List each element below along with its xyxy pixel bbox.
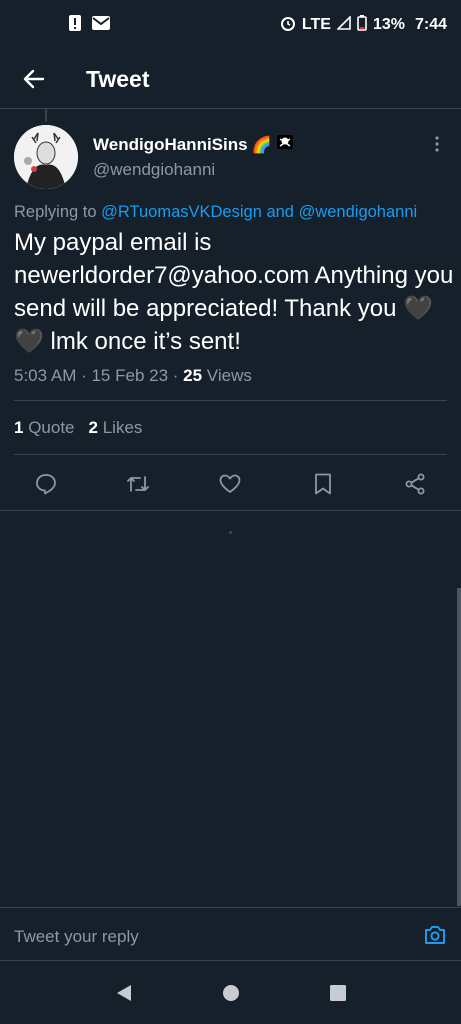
reply-bar[interactable]: Tweet your reply xyxy=(0,908,461,966)
divider xyxy=(14,454,447,455)
triangle-back-icon xyxy=(116,984,131,1001)
more-vertical-icon xyxy=(435,136,439,152)
back-button[interactable] xyxy=(14,59,54,99)
share-icon xyxy=(405,473,425,495)
divider xyxy=(14,400,447,401)
nav-back-button[interactable] xyxy=(115,983,133,1008)
circle-home-icon xyxy=(222,984,239,1001)
tweet-text: My paypal email is newerldorder7@yahoo.c… xyxy=(14,226,454,358)
quote-label: Quote xyxy=(23,418,75,437)
like-icon xyxy=(220,474,241,493)
tweet-meta: 5:03 AM · 15 Feb 23 · 25 Views xyxy=(14,366,252,386)
mention-link[interactable]: @wendigohanni xyxy=(299,203,418,221)
tweet-stats: 1 Quote 2 Likes xyxy=(14,418,142,438)
reply-icon xyxy=(36,474,56,495)
mail-icon xyxy=(92,15,110,35)
network-label: LTE xyxy=(301,16,331,33)
page-title: Tweet xyxy=(86,65,150,92)
mention-link[interactable]: @RTuomasVKDesign xyxy=(101,203,262,221)
divider xyxy=(0,960,461,961)
alert-icon xyxy=(68,14,82,37)
avatar[interactable] xyxy=(14,125,78,189)
alarm-icon xyxy=(280,15,296,36)
views-count: 25 xyxy=(183,366,203,385)
tweet-timestamp[interactable]: 5:03 AM · 15 Feb 23 · xyxy=(14,366,183,385)
system-nav-bar xyxy=(0,966,461,1024)
share-button[interactable] xyxy=(395,464,435,504)
replying-to: Replying to @RTuomasVKDesign and @wendig… xyxy=(14,203,417,222)
tweet-text-main: My paypal email is newerldorder7@yahoo.c… xyxy=(14,229,454,322)
bookmark-button[interactable] xyxy=(303,464,343,504)
arrow-left-icon xyxy=(23,69,45,89)
tweet-text-end: lmk once it’s sent! xyxy=(43,328,241,355)
author-name-row[interactable]: WendigoHanniSins 🌈 xyxy=(93,133,294,156)
nav-home-button[interactable] xyxy=(222,984,240,1007)
square-recents-icon xyxy=(329,984,346,1001)
replying-prefix: Replying to xyxy=(14,203,102,221)
display-name[interactable]: WendigoHanniSins xyxy=(93,135,248,155)
reply-input[interactable]: Tweet your reply xyxy=(14,927,139,947)
camera-button[interactable] xyxy=(423,924,447,951)
like-button[interactable] xyxy=(210,464,250,504)
scrollbar[interactable] xyxy=(457,588,461,906)
status-bar: LTE 13% 7:44 xyxy=(0,0,461,50)
reply-button[interactable] xyxy=(26,464,66,504)
top-bar: Tweet xyxy=(0,50,461,109)
tweet-actions xyxy=(0,464,461,504)
views-label: Views xyxy=(202,366,252,385)
bookmark-icon xyxy=(314,473,331,495)
mention-joiner: and xyxy=(261,203,299,221)
divider xyxy=(0,510,461,511)
likes-link[interactable]: 2 Likes xyxy=(89,418,143,438)
likes-count: 2 xyxy=(88,418,98,437)
battery-icon xyxy=(357,14,367,36)
handle[interactable]: @wendgiohanni xyxy=(93,160,215,180)
rainbow-emoji: 🌈 xyxy=(251,136,272,154)
thread-line xyxy=(45,108,47,122)
skull-crossbones-icon xyxy=(276,133,294,156)
camera-icon xyxy=(425,925,445,944)
clock: 7:44 xyxy=(414,16,447,33)
likes-label: Likes xyxy=(97,418,143,437)
loading-dot xyxy=(229,531,232,534)
battery-percent: 13% xyxy=(372,16,405,33)
signal-icon xyxy=(336,14,351,35)
retweet-icon xyxy=(127,476,150,492)
more-options-button[interactable] xyxy=(427,134,447,154)
retweet-button[interactable] xyxy=(118,464,158,504)
quotes-link[interactable]: 1 Quote xyxy=(14,418,75,438)
nav-recents-button[interactable] xyxy=(329,984,347,1007)
